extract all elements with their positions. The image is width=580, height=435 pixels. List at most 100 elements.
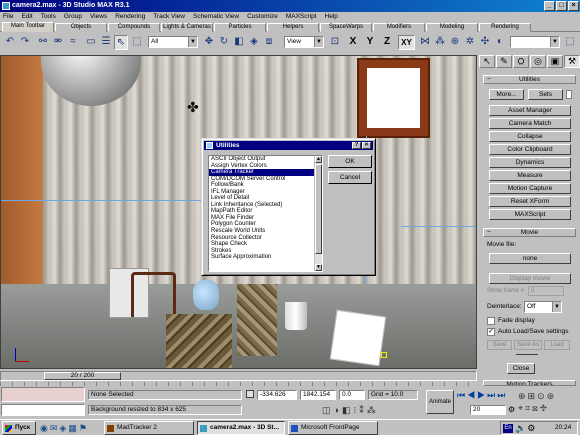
modify-tab-icon[interactable]: ✎ [496, 55, 512, 68]
tab-modifiers[interactable]: Modifiers [373, 23, 425, 32]
help-icon[interactable]: ? [352, 142, 361, 149]
utilities-listbox[interactable]: ASCII Object Output Assign Vertex Colors… [208, 155, 323, 272]
time-slider-thumb[interactable]: 20 / 200 [44, 372, 121, 380]
snap-toggle-icons[interactable]: ◫◑◧⁝⁑⁂ [322, 405, 422, 416]
mirror-icon[interactable]: ⋈ [418, 35, 432, 50]
time-slider-track[interactable]: 20 / 200 [0, 371, 477, 381]
motion-tab-icon[interactable]: ◎ [530, 55, 546, 68]
select-and-move-icon[interactable]: ✥ [202, 35, 216, 50]
select-object-icon[interactable]: ▭ [84, 35, 98, 50]
redo-icon[interactable]: ↷ [18, 35, 32, 50]
fade-display-checkbox[interactable] [487, 317, 495, 325]
movie-close-button[interactable]: Close [507, 363, 535, 374]
more-button[interactable]: More... [489, 89, 524, 100]
time-config-icon[interactable]: ⚙ [508, 405, 518, 415]
hierarchy-tab-icon[interactable]: ⛭ [513, 55, 529, 68]
material-editor-icon[interactable]: ◐ [493, 35, 507, 50]
tab-objects[interactable]: Objects [55, 23, 107, 32]
display-tab-icon[interactable]: ▣ [547, 55, 563, 68]
taskbar-frontpage[interactable]: Microsoft FrontPage [288, 421, 378, 435]
show-frame-spinner[interactable]: 0 [528, 286, 564, 296]
tab-particles[interactable]: Particles [214, 23, 266, 32]
region-select-icon[interactable]: ⬚ [130, 35, 144, 50]
tab-lights-cameras[interactable]: Lights & Cameras [161, 23, 213, 32]
measure-button[interactable]: Measure [489, 170, 571, 181]
color-clipboard-button[interactable]: Color Clipboard [489, 144, 571, 155]
menu-maxscript[interactable]: MAXScript [286, 12, 317, 22]
motion-trackers-rollout-header[interactable]: Motion Trackers [483, 380, 576, 386]
menu-views[interactable]: Views [90, 12, 107, 22]
select-and-rotate-icon[interactable]: ↻ [217, 35, 231, 50]
save-button[interactable]: Save [487, 340, 512, 350]
restrict-z-button[interactable]: Z [380, 35, 394, 50]
create-tab-icon[interactable]: ↖ [479, 55, 495, 68]
select-arrow-icon[interactable]: ⇖ [114, 35, 128, 50]
motion-capture-button[interactable]: Motion Capture [489, 183, 571, 194]
close-button[interactable]: × [568, 1, 579, 11]
select-and-scale-icon[interactable]: ◧ [232, 35, 246, 50]
menu-edit[interactable]: Edit [21, 12, 32, 22]
tab-rendering[interactable]: Rendering [479, 23, 531, 32]
render-scene-icon[interactable]: ⬚ [563, 35, 577, 50]
listbox-scrollbar[interactable]: ▲ ▼ [314, 156, 322, 271]
restrict-x-button[interactable]: X [346, 35, 360, 50]
sets-config-icon[interactable] [566, 90, 572, 99]
tab-helpers[interactable]: Helpers [267, 23, 319, 32]
utilities-tab-icon[interactable]: ⚒ [564, 55, 580, 68]
asset-manager-button[interactable]: Asset Manager [489, 105, 571, 116]
restrict-y-button[interactable]: Y [363, 35, 377, 50]
menu-rendering[interactable]: Rendering [115, 12, 145, 22]
taskbar-3dsmax[interactable]: camera2.max - 3D St... [197, 421, 285, 435]
selection-filter-dropdown[interactable]: All ▼ [148, 36, 198, 48]
utilities-rollout-header[interactable]: − Utilities [483, 75, 576, 84]
maxscript-button[interactable]: MAXScript [489, 209, 571, 220]
camera-target-marker[interactable] [381, 352, 387, 358]
tab-main-toolbar[interactable]: Main Toolbar [2, 22, 54, 32]
reset-xform-button[interactable]: Reset XForm [489, 196, 571, 207]
menu-schematic-view[interactable]: Schematic View [193, 12, 239, 22]
auto-load-save-checkbox[interactable]: ✓ [487, 328, 495, 336]
list-item[interactable]: Surface Approximation [209, 254, 322, 261]
animate-button[interactable]: Animate [426, 390, 454, 414]
scroll-up-icon[interactable]: ▲ [315, 156, 322, 163]
menu-group[interactable]: Group [64, 12, 82, 22]
display-movie-button[interactable]: Display movie [489, 273, 571, 284]
sets-button[interactable]: Sets [528, 89, 563, 100]
lock-selection-icon[interactable] [246, 390, 254, 398]
ok-button[interactable]: OK [328, 155, 372, 168]
use-pivot-center-icon[interactable]: ⊡ [328, 35, 342, 50]
scroll-thumb[interactable] [315, 164, 322, 254]
cancel-button[interactable]: Cancel [328, 171, 372, 184]
deinterlace-dropdown[interactable]: Off ▼ [524, 301, 562, 313]
tray-icons[interactable]: 🔊⚙ [515, 423, 536, 434]
viewport-nav-controls[interactable]: ⊕⊞⊙⊛ ⌖⌗⊠✥ [518, 390, 578, 416]
save-as-button[interactable]: Save As [514, 340, 542, 350]
camera-match-button[interactable]: Camera Match [489, 118, 571, 129]
restrict-xy-button[interactable]: XY [398, 35, 415, 50]
named-selection-sets-dropdown[interactable]: ▼ [510, 36, 560, 48]
language-indicator[interactable]: En [503, 424, 513, 433]
scroll-down-icon[interactable]: ▼ [315, 264, 322, 271]
dynamics-button[interactable]: Dynamics [489, 157, 571, 168]
menu-track-view[interactable]: Track View [153, 12, 185, 22]
y-coordinate-field[interactable]: 1842.154 [300, 390, 336, 400]
current-frame-field[interactable]: 20 [470, 405, 506, 415]
select-and-manipulate-icon[interactable]: ◈ [247, 35, 261, 50]
select-by-name-icon[interactable]: ☰ [99, 35, 113, 50]
z-coordinate-field[interactable]: 0.0 [339, 390, 365, 400]
reference-coord-dropdown[interactable]: View ▼ [284, 36, 324, 48]
movie-rollout-header[interactable]: − Movie [483, 228, 576, 237]
dialog-close-icon[interactable]: × [362, 142, 371, 149]
track-view-icon[interactable]: ✣ [478, 35, 492, 50]
unlink-selection-icon[interactable]: ⚮ [51, 35, 65, 50]
maximize-button[interactable]: □ [556, 1, 567, 11]
maxscript-input[interactable] [1, 404, 85, 416]
tab-modeling[interactable]: Modeling [426, 23, 478, 32]
named-selection-icon[interactable]: ✲ [463, 35, 477, 50]
menu-tools[interactable]: Tools [41, 12, 56, 22]
maxscript-listener-mini[interactable] [1, 387, 85, 402]
bind-to-spacewarp-icon[interactable]: ≈ [66, 35, 80, 50]
select-and-link-icon[interactable]: ⚯ [36, 35, 50, 50]
menu-customize[interactable]: Customize [247, 12, 278, 22]
movie-file-button[interactable]: none [489, 253, 571, 264]
